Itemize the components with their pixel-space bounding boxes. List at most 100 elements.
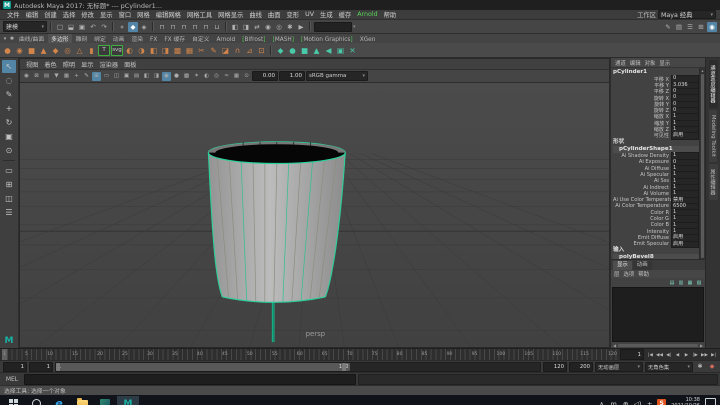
menu-item[interactable]: 显示 xyxy=(97,10,116,19)
polygon-cube-icon[interactable]: ■ xyxy=(26,45,37,56)
gamma-field[interactable]: 1.00 xyxy=(279,71,305,81)
retopologize-icon[interactable]: ◀ xyxy=(323,45,334,56)
view-transform-dropdown[interactable]: sRGB gamma▾ xyxy=(306,71,368,81)
layer-menu-options[interactable]: 选项 xyxy=(623,270,634,278)
input-cursor-icon[interactable]: + xyxy=(645,400,654,405)
play-backwards-button[interactable]: ◀ xyxy=(673,350,682,359)
construction-history-icon[interactable]: ⇄ xyxy=(252,22,262,32)
polygon-smooth-sphere-icon[interactable]: ◉ xyxy=(14,45,25,56)
mirror-icon[interactable]: ⊡ xyxy=(256,45,267,56)
grease-pencil-icon[interactable]: ✎ xyxy=(82,72,91,81)
multisample-icon[interactable]: ▦ xyxy=(232,72,241,81)
scroll-right-icon[interactable]: ▶ xyxy=(699,343,704,348)
menu-item[interactable]: 窗口 xyxy=(116,10,135,19)
type-tool-icon[interactable]: T xyxy=(98,45,110,56)
select-component-icon[interactable]: ◈ xyxy=(139,22,149,32)
snap-to-projected-center-icon[interactable]: ⊓ xyxy=(190,22,200,32)
extrude-icon[interactable]: ⊿ xyxy=(244,45,255,56)
go-to-start-button[interactable]: |◀ xyxy=(646,350,655,359)
snap-to-grids-icon[interactable]: ⊓ xyxy=(157,22,167,32)
step-forward-frame-button[interactable]: ▶▶ xyxy=(700,350,709,359)
polygon-cone-icon[interactable]: ▲ xyxy=(38,45,49,56)
combine-icon[interactable]: ◧ xyxy=(148,45,159,56)
redo-icon[interactable]: ↷ xyxy=(99,22,109,32)
channel-menu-show[interactable]: 显示 xyxy=(659,59,670,67)
input-node-name[interactable]: polyBevel8 xyxy=(613,254,699,259)
menu-item-help[interactable]: 帮助 xyxy=(381,10,400,19)
safe-title-icon[interactable]: ◨ xyxy=(152,72,161,81)
taskbar-edge-button[interactable]: e xyxy=(48,396,70,405)
quad-draw-icon[interactable]: ✎ xyxy=(208,45,219,56)
playback-start-field[interactable]: 1 xyxy=(29,362,53,372)
step-forward-key-button[interactable]: |▶ xyxy=(691,350,700,359)
polygon-plane-icon[interactable]: ◆ xyxy=(50,45,61,56)
panel-menu-show[interactable]: 显示 xyxy=(79,60,95,69)
two-pane-layout-button[interactable]: ◫ xyxy=(2,192,16,205)
snap-to-view-planes-icon[interactable]: ⊓ xyxy=(201,22,211,32)
boolean-union-icon[interactable]: ◐ xyxy=(124,45,135,56)
bevel-icon[interactable]: ◪ xyxy=(220,45,231,56)
menu-item[interactable]: 修改 xyxy=(78,10,97,19)
menu-item[interactable]: 编辑网格 xyxy=(153,10,184,19)
gate-mask-icon[interactable]: ▣ xyxy=(122,72,131,81)
animation-end-field[interactable]: 200 xyxy=(569,362,593,372)
side-tab-attribute-editor[interactable]: 属性编辑器 xyxy=(709,164,718,200)
range-end-handle[interactable] xyxy=(342,363,346,371)
menu-item[interactable]: 变形 xyxy=(284,10,303,19)
menu-item[interactable]: 缓存 xyxy=(336,10,355,19)
menu-item[interactable]: 选择 xyxy=(60,10,79,19)
command-input[interactable] xyxy=(24,374,356,385)
speaker-icon[interactable]: ◁) xyxy=(633,400,642,405)
shelf-tab-fx-caching[interactable]: FX 缓存 xyxy=(161,34,188,43)
move-tool[interactable]: + xyxy=(2,102,16,115)
panel-menu-renderer[interactable]: 渲染器 xyxy=(98,60,121,69)
shelf-tab-curves-surfaces[interactable]: 曲线/曲面 xyxy=(16,34,47,43)
channel-value-field[interactable]: 启用 xyxy=(671,241,699,248)
outliner-layout-button[interactable]: ☰ xyxy=(2,206,16,219)
multi-cut-icon[interactable]: ✂ xyxy=(196,45,207,56)
smooth-icon[interactable]: ◆ xyxy=(275,45,286,56)
rotate-tool[interactable]: ↻ xyxy=(2,116,16,129)
output-connections-icon[interactable]: ◨ xyxy=(241,22,251,32)
reduce-icon[interactable]: ■ xyxy=(299,45,310,56)
select-object-icon[interactable]: ◆ xyxy=(128,22,138,32)
select-hierarchy-icon[interactable]: ⋄ xyxy=(117,22,127,32)
exposure-field[interactable]: 0.00 xyxy=(252,71,278,81)
animation-start-field[interactable]: 1 xyxy=(3,362,27,372)
make-object-live-icon[interactable]: ⊔ xyxy=(212,22,222,32)
depth-of-field-icon[interactable]: ⊙ xyxy=(242,72,251,81)
transfer-attributes-icon[interactable]: ▣ xyxy=(335,45,346,56)
grid-toggle-icon[interactable]: ⊞ xyxy=(92,72,101,81)
subdivide-icon[interactable]: ● xyxy=(287,45,298,56)
shelf-tab-sculpting[interactable]: 雕刻 xyxy=(73,34,91,43)
shaded-display-icon[interactable]: ● xyxy=(172,72,181,81)
panel-menu-panels[interactable]: 面板 xyxy=(122,60,138,69)
menu-item[interactable]: 曲线 xyxy=(246,10,265,19)
new-scene-icon[interactable]: □ xyxy=(55,22,65,32)
shelf-menu-icon[interactable]: ▾ xyxy=(2,35,8,43)
separate-icon[interactable]: ◨ xyxy=(160,45,171,56)
taskbar-explorer-button[interactable] xyxy=(71,396,93,405)
arnold-render-icon[interactable]: ▶ xyxy=(296,22,306,32)
menu-item[interactable]: 编辑 xyxy=(23,10,42,19)
layer-tab-display[interactable]: 显示 xyxy=(613,261,632,270)
shelf-gear-icon[interactable]: ✱ xyxy=(9,35,15,43)
field-chart-icon[interactable]: ▤ xyxy=(132,72,141,81)
viewport-renderer-icon[interactable]: ◉ xyxy=(707,22,717,32)
workspace-dropdown[interactable]: Maya 经典▾ xyxy=(658,10,716,19)
channel-menu-channels[interactable]: 通道 xyxy=(615,59,626,67)
menu-item[interactable]: 创建 xyxy=(41,10,60,19)
layer-scrollbar[interactable]: ◀ ▶ xyxy=(611,342,705,348)
polygon-sphere-icon[interactable]: ● xyxy=(2,45,13,56)
menu-item[interactable]: 曲面 xyxy=(265,10,284,19)
bridge-icon[interactable]: ∩ xyxy=(232,45,243,56)
layer-menu-layers[interactable]: 层 xyxy=(614,270,619,278)
render-current-frame-icon[interactable]: ◉ xyxy=(263,22,273,32)
input-connections-icon[interactable]: ◧ xyxy=(230,22,240,32)
time-slider-track[interactable]: 1510152025303540455055606570758085909510… xyxy=(2,349,618,360)
layer-move-icon[interactable]: ▧ xyxy=(695,279,703,287)
range-start-handle[interactable] xyxy=(56,363,60,371)
menu-item[interactable]: UV xyxy=(302,11,317,18)
shelf-tab-mash[interactable]: MASH xyxy=(270,37,298,43)
script-editor-icon[interactable]: ☰ xyxy=(685,22,695,32)
